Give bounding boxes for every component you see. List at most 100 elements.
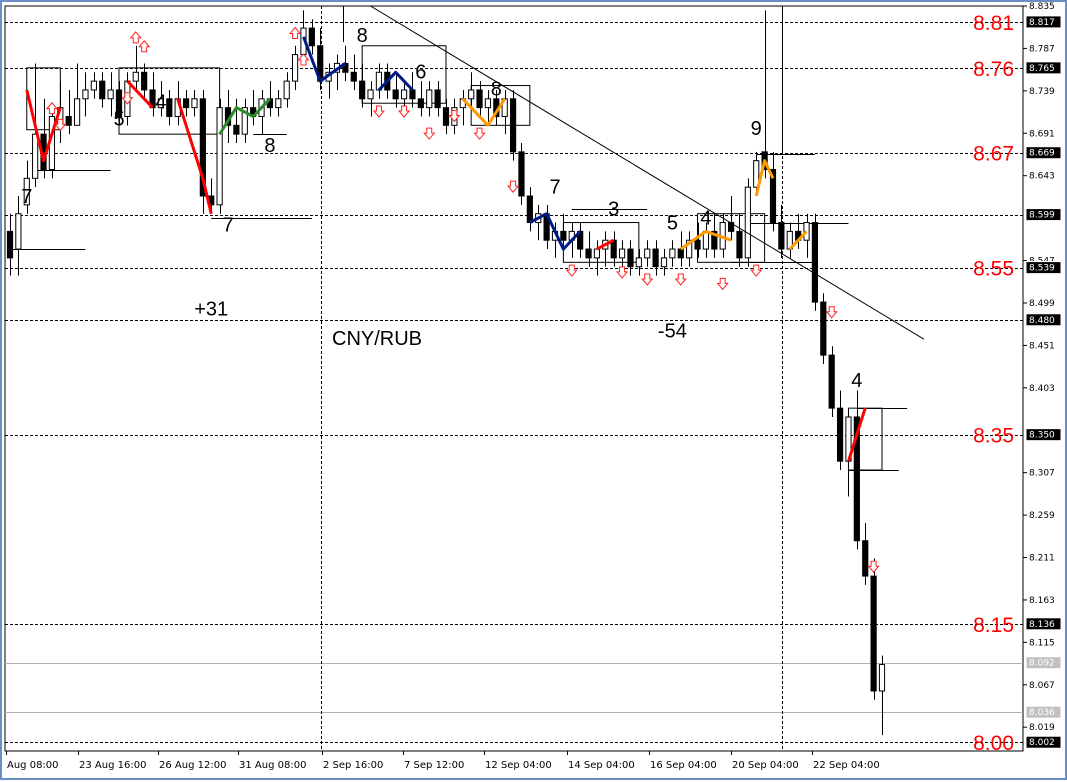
- price-tick-label: 8.067: [1029, 681, 1055, 691]
- candle-bull: [669, 248, 676, 259]
- sell-arrow: [507, 180, 520, 193]
- price-badge-label: 8.092: [1029, 659, 1055, 669]
- sell-arrow: [825, 306, 838, 319]
- candle-bull: [484, 98, 492, 109]
- candle-bear: [350, 71, 357, 82]
- buy-arrow: [138, 39, 151, 53]
- price-tick-label: 8.163: [1029, 596, 1055, 606]
- candle-bull: [73, 98, 81, 126]
- candle-bull: [367, 89, 374, 100]
- wave-count-label: 8: [357, 25, 368, 47]
- wave-count-label: 4: [155, 92, 166, 114]
- wave-count-label: 9: [751, 118, 762, 140]
- price-tick-label: 8.643: [1029, 172, 1055, 182]
- candle-bear: [476, 89, 483, 109]
- sell-arrow: [372, 105, 385, 118]
- candle-bull: [283, 80, 290, 100]
- level-label: 8.76: [973, 58, 1014, 81]
- candle-bull: [426, 89, 433, 109]
- candle-bull: [107, 89, 114, 100]
- candle-bear: [166, 98, 173, 117]
- price-tick-label: 8.019: [1029, 723, 1055, 733]
- candle-bear: [811, 222, 819, 303]
- price-tick-label: 8.115: [1029, 638, 1055, 648]
- candle-bear: [392, 89, 399, 100]
- time-tick-label: 23 Aug 16:00: [79, 760, 146, 771]
- candle-bull: [468, 89, 475, 100]
- candle-bull: [90, 80, 97, 91]
- time-axis-layer: Aug 08:00 23 Aug 16:00 26 Aug 12:00 31 Aug …: [6, 751, 880, 771]
- candle-bull: [593, 248, 601, 259]
- pips-change-label: -54: [658, 320, 687, 342]
- candle-bull: [275, 98, 282, 109]
- candle-bear: [870, 575, 877, 692]
- price-tick-label: 8.691: [1029, 129, 1055, 139]
- candle-bull: [32, 133, 39, 179]
- candle-bear: [409, 89, 416, 100]
- pips-change-label: +31: [194, 298, 228, 320]
- buy-arrow: [129, 31, 142, 44]
- sell-arrow: [750, 264, 763, 277]
- buy-arrow: [289, 26, 302, 40]
- time-tick-label: 20 Sep 04:00: [732, 760, 799, 771]
- candle-bear: [526, 195, 533, 224]
- buy-arrow: [297, 53, 310, 66]
- candle-bear: [233, 124, 240, 135]
- buy-arrow: [45, 101, 58, 115]
- level-label: 8.35: [973, 425, 1014, 448]
- sell-arrow: [867, 560, 880, 574]
- sell-arrow: [641, 273, 654, 286]
- price-tick-label: 8.211: [1029, 554, 1055, 564]
- wave-count-label: 8: [264, 135, 275, 157]
- candle-bull: [878, 663, 886, 692]
- price-chart: CNY/RUB 75478868735 494+31-548.818.768.67…: [4, 2, 1062, 771]
- candle-bull: [216, 107, 223, 206]
- candle-bear: [652, 248, 659, 268]
- price-badge-label: 8.480: [1029, 316, 1055, 326]
- wave-count-label: 4: [700, 207, 711, 229]
- time-tick-label: 14 Sep 04:00: [568, 760, 635, 771]
- sell-arrow: [448, 109, 461, 123]
- pattern-box: [847, 407, 883, 471]
- sell-arrow: [398, 105, 411, 118]
- candle-bear: [778, 222, 785, 250]
- wave-count-label: 8: [491, 78, 502, 100]
- price-badge-label: 8.765: [1029, 64, 1055, 74]
- candle-bear: [862, 540, 869, 577]
- time-tick-label: 7 Sep 12:00: [404, 760, 464, 771]
- candle-bear: [6, 230, 14, 259]
- wave-count-label: 4: [851, 370, 862, 392]
- sell-arrow: [423, 127, 436, 140]
- time-tick-label: 16 Sep 04:00: [650, 760, 717, 771]
- candle-bear: [627, 248, 634, 268]
- candle-bear: [417, 98, 424, 109]
- symbol-label: CNY/RUB: [332, 328, 422, 350]
- price-tick-label: 8.451: [1029, 341, 1055, 351]
- wave-count-label: 5: [667, 213, 678, 235]
- level-label: 8.55: [973, 258, 1014, 281]
- price-tick-label: 8.259: [1029, 511, 1055, 521]
- level-label: 8.67: [973, 143, 1014, 166]
- candle-bull: [635, 257, 642, 268]
- time-tick-label: 26 Aug 12:00: [159, 760, 226, 771]
- price-tick-label: 8.787: [1029, 44, 1055, 54]
- candle-bear: [434, 89, 441, 109]
- trendline-layer: [370, 5, 925, 340]
- price-tick-label: 8.739: [1029, 87, 1055, 97]
- candle-bear: [820, 301, 827, 356]
- chart-labels-layer: CNY/RUB 75478868735 494+31-548.818.768.67…: [21, 12, 1014, 755]
- trendline: [370, 5, 925, 340]
- candle-bear: [560, 230, 567, 241]
- sell-arrow: [121, 92, 134, 105]
- candle-bull: [132, 71, 139, 82]
- level-label: 8.15: [973, 614, 1014, 637]
- candle-bull: [400, 89, 408, 100]
- candle-bull: [644, 248, 651, 259]
- pattern-boxes-layer: [10, 45, 908, 471]
- time-tick-label: 2 Sep 16:00: [323, 760, 383, 771]
- time-tick-label: 12 Sep 04:00: [485, 760, 552, 771]
- price-tick-label: 8.835: [1029, 2, 1055, 12]
- candle-bear: [182, 98, 190, 109]
- sell-arrow: [565, 264, 578, 277]
- candle-bear: [99, 80, 106, 100]
